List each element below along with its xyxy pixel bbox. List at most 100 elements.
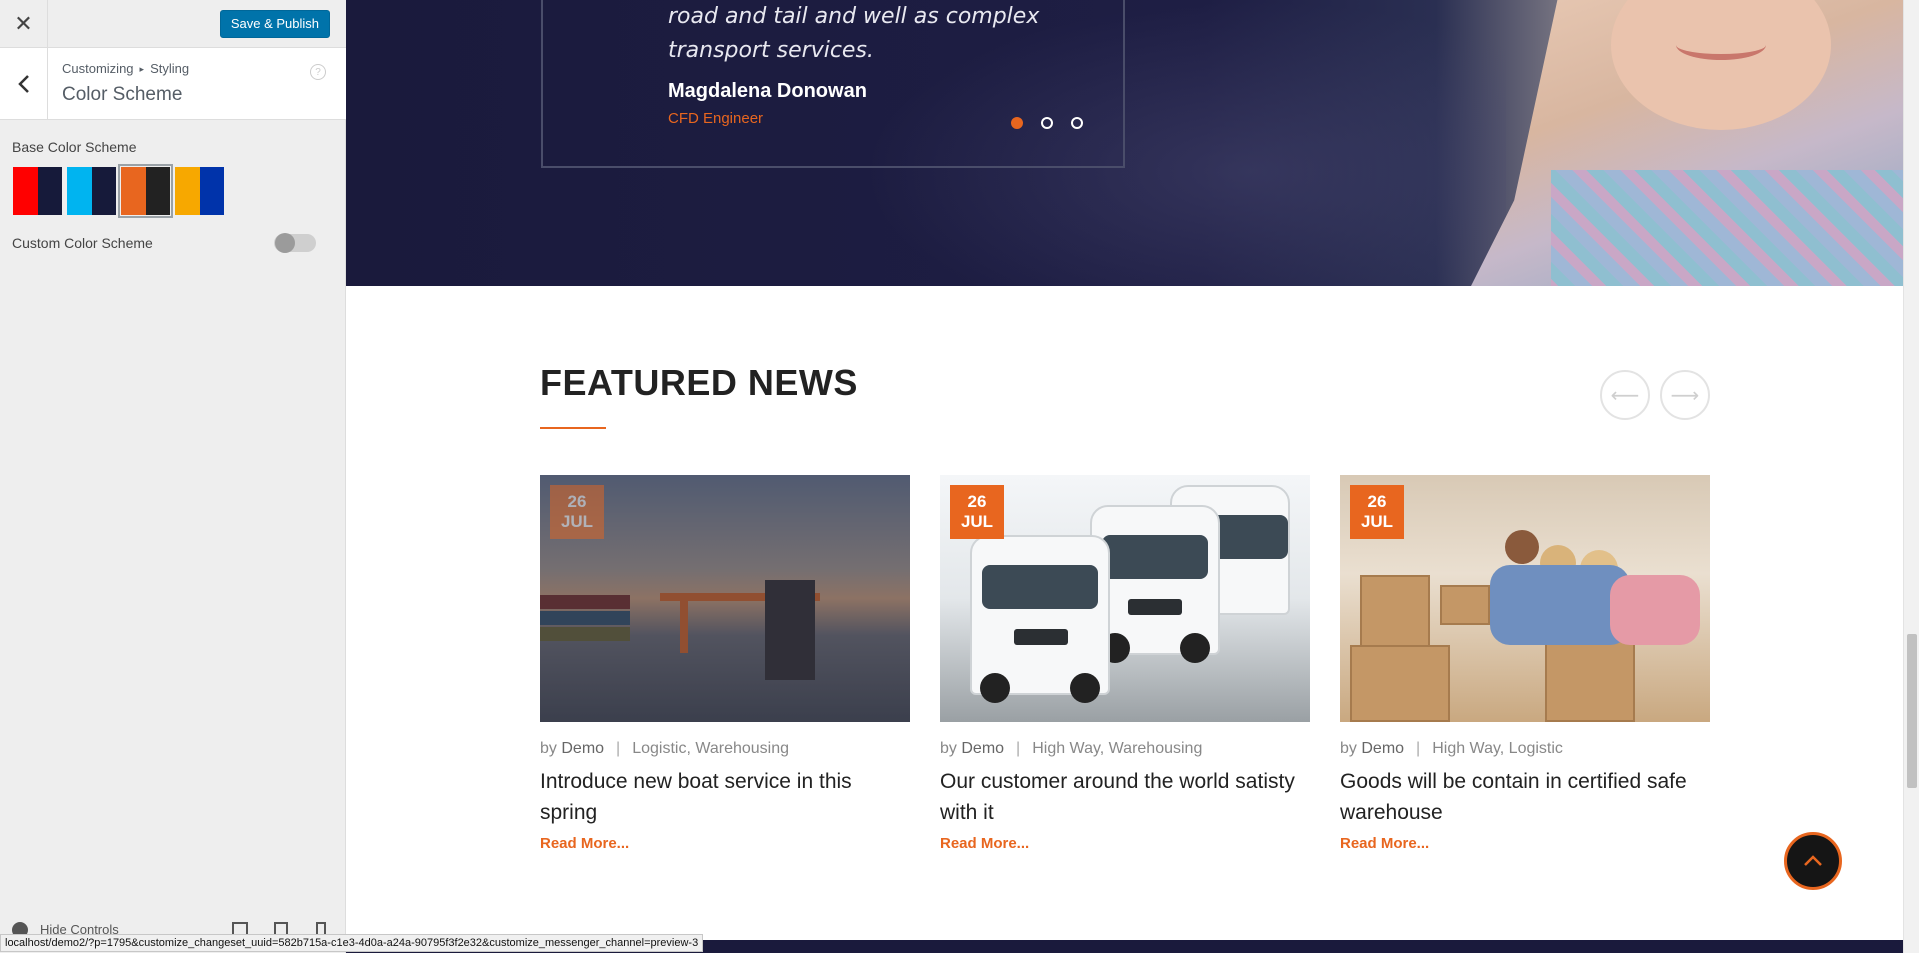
testimonial-role: CFD Engineer xyxy=(668,110,764,127)
date-badge: 26 JUL xyxy=(1350,485,1404,539)
testimonial-quote: road and tail and well as complex transp… xyxy=(668,4,1040,63)
breadcrumb-root: Customizing xyxy=(62,61,134,76)
by-label: by xyxy=(540,740,557,757)
post-categories[interactable]: High Way, Warehousing xyxy=(1032,740,1202,757)
date-month: JUL xyxy=(960,512,994,531)
post-categories[interactable]: Logistic, Warehousing xyxy=(632,740,789,757)
post-categories[interactable]: High Way, Logistic xyxy=(1432,740,1563,757)
swatch-color xyxy=(13,167,38,215)
post-meta: by Demo | High Way, Logistic xyxy=(1340,740,1710,758)
swatch-orange-charcoal[interactable] xyxy=(118,164,173,218)
family-bodies xyxy=(1610,575,1700,645)
post-author[interactable]: Demo xyxy=(1361,740,1404,757)
color-scheme-swatches xyxy=(12,164,225,218)
close-icon[interactable]: ✕ xyxy=(0,0,48,48)
photo-smile xyxy=(1676,30,1766,60)
swatch-cyan-navy[interactable] xyxy=(66,166,117,216)
read-more-link[interactable]: Read More... xyxy=(940,835,1310,852)
post-author[interactable]: Demo xyxy=(961,740,1004,757)
featured-news-title: FEATURED NEWS xyxy=(540,362,858,403)
date-badge: 26 JUL xyxy=(950,485,1004,539)
testimonial-name: Magdalena Donowan xyxy=(668,80,867,102)
date-day: 26 xyxy=(967,492,987,511)
post-meta: by Demo | Logistic, Warehousing xyxy=(540,740,910,758)
swatch-color xyxy=(199,167,224,215)
date-day: 26 xyxy=(1367,492,1387,511)
swatch-color xyxy=(67,167,92,215)
customizer-sidebar: ✕ Save & Publish Customizing ▸ Styling Col… xyxy=(0,0,346,953)
date-badge: 26 JUL xyxy=(550,485,604,539)
post-meta: by Demo | High Way, Warehousing xyxy=(940,740,1310,758)
van-windshield xyxy=(982,565,1098,609)
news-image-family[interactable]: 26 JUL xyxy=(1340,475,1710,722)
swatch-color xyxy=(175,167,200,215)
back-button[interactable] xyxy=(0,48,48,120)
testimonial-photo xyxy=(1471,0,1903,286)
news-card: 26 JUL by Demo | High Way, Logistic Goods w… xyxy=(1340,475,1710,852)
scroll-to-top-button[interactable] xyxy=(1784,832,1842,890)
cardboard-box xyxy=(1545,635,1635,722)
customizer-header: ✕ Save & Publish xyxy=(0,0,346,48)
base-color-scheme-label: Base Color Scheme xyxy=(12,139,137,155)
slider-dot-3[interactable] xyxy=(1071,117,1083,129)
slider-dot-2[interactable] xyxy=(1041,117,1053,129)
breadcrumb: Customizing ▸ Styling xyxy=(62,61,189,76)
save-publish-button[interactable]: Save & Publish xyxy=(219,10,330,38)
post-title[interactable]: Goods will be contain in certified safe … xyxy=(1340,766,1710,828)
photo-shirt xyxy=(1551,170,1903,286)
news-card: 26 JUL by Demo | Logistic, Warehousing Intr… xyxy=(540,475,910,852)
meta-separator: | xyxy=(1016,740,1021,757)
section-header: Customizing ▸ Styling Color Scheme ? xyxy=(0,48,346,120)
toggle-knob xyxy=(275,233,295,253)
back-arrow-icon xyxy=(17,75,29,93)
post-author[interactable]: Demo xyxy=(561,740,604,757)
by-label: by xyxy=(1340,740,1357,757)
section-title: Color Scheme xyxy=(62,84,183,105)
arrow-right-icon[interactable]: ⟶ xyxy=(1660,370,1710,420)
photo-face xyxy=(1611,0,1831,130)
date-month: JUL xyxy=(1360,512,1394,531)
swatch-color xyxy=(37,167,62,215)
news-image-port[interactable]: 26 JUL xyxy=(540,475,910,722)
status-url: localhost/demo2/?p=1795&customize_change… xyxy=(0,934,704,952)
swatch-color xyxy=(91,167,116,215)
read-more-link[interactable]: Read More... xyxy=(540,835,910,852)
slider-dots xyxy=(1011,117,1083,129)
news-card: 26 JUL by Demo | High Way, Warehousing Our … xyxy=(940,475,1310,852)
help-icon[interactable]: ? xyxy=(310,64,326,80)
post-title[interactable]: Introduce new boat service in this sprin… xyxy=(540,766,910,828)
chevron-up-icon xyxy=(1804,855,1822,866)
swatch-color xyxy=(121,167,146,215)
title-underline xyxy=(540,427,606,429)
page-scrollbar[interactable] xyxy=(1903,0,1919,953)
van-windshield xyxy=(1102,535,1208,579)
read-more-link[interactable]: Read More... xyxy=(1340,835,1710,852)
cardboard-box xyxy=(1440,585,1490,625)
custom-color-scheme-label: Custom Color Scheme xyxy=(12,235,153,251)
scrollbar-thumb[interactable] xyxy=(1907,634,1917,788)
date-month: JUL xyxy=(560,512,594,531)
breadcrumb-separator: ▸ xyxy=(139,64,145,74)
meta-separator: | xyxy=(616,740,621,757)
van-graphic xyxy=(970,535,1110,703)
custom-color-scheme-toggle[interactable] xyxy=(274,233,316,253)
swatch-color xyxy=(145,167,170,215)
van-wheel xyxy=(1180,633,1210,663)
breadcrumb-section: Styling xyxy=(150,61,190,76)
arrow-left-icon[interactable]: ⟵ xyxy=(1600,370,1650,420)
testimonial-section: road and tail and well as complex transp… xyxy=(346,0,1903,286)
family-bodies xyxy=(1490,565,1630,645)
swatch-amber-blue[interactable] xyxy=(174,166,225,216)
cardboard-box xyxy=(1360,575,1430,655)
date-day: 26 xyxy=(567,492,587,511)
slider-dot-1[interactable] xyxy=(1011,117,1023,129)
cardboard-box xyxy=(1350,645,1450,722)
news-image-vans[interactable]: 26 JUL xyxy=(940,475,1310,722)
by-label: by xyxy=(940,740,957,757)
post-title[interactable]: Our customer around the world satisty wi… xyxy=(940,766,1310,828)
van-grill xyxy=(1128,599,1182,615)
swatch-red-navy[interactable] xyxy=(12,166,63,216)
site-preview: road and tail and well as complex transp… xyxy=(346,0,1903,953)
van-wheel xyxy=(1070,673,1100,703)
van-grill xyxy=(1014,629,1068,645)
